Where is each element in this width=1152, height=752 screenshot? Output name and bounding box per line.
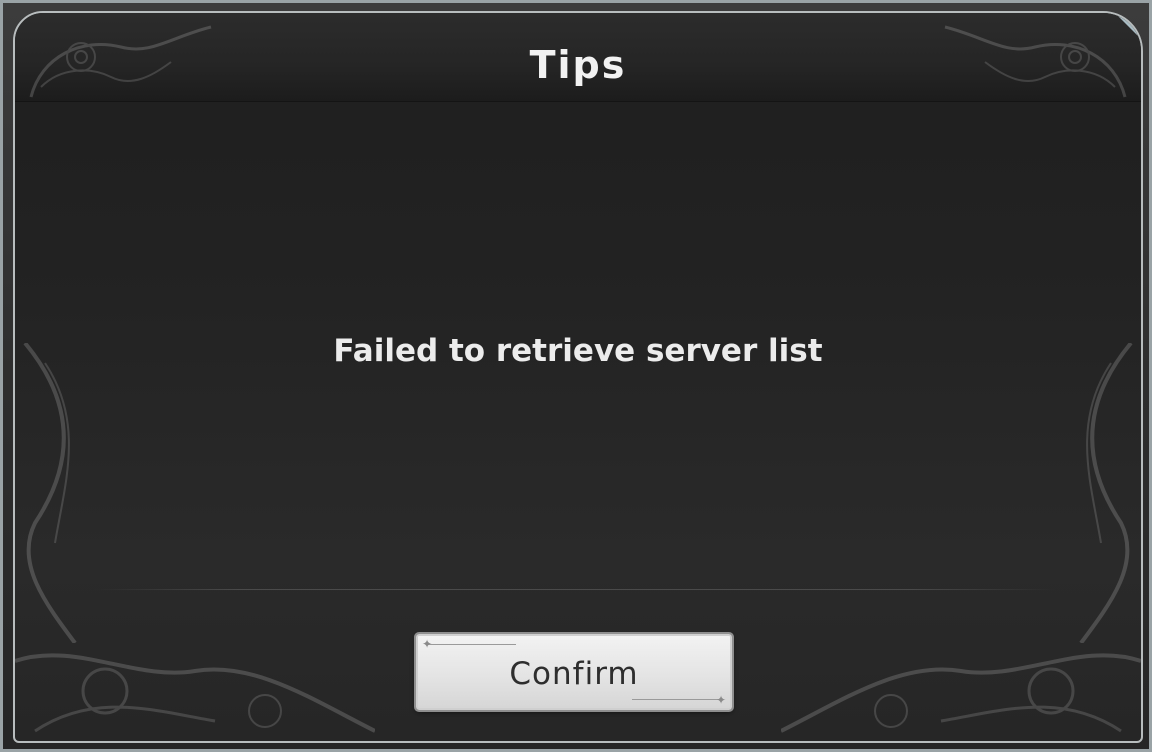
confirm-button[interactable]: ✦ ✦ Confirm <box>416 634 732 710</box>
sparkle-icon: ✦ <box>715 693 726 707</box>
backdrop-frame: Tips Failed to retrieve server list ✦ ✦ … <box>0 0 1152 752</box>
sparkle-icon: ✦ <box>422 637 433 651</box>
confirm-button-label: Confirm <box>509 656 639 692</box>
filigree-ornament-icon <box>781 653 1141 733</box>
dialog-title: Tips <box>529 43 627 87</box>
tips-dialog: Tips Failed to retrieve server list ✦ ✦ … <box>13 11 1143 743</box>
divider <box>95 589 1055 590</box>
filigree-ornament-icon <box>15 653 375 733</box>
dialog-message: Failed to retrieve server list <box>333 333 823 369</box>
button-deco-line <box>426 644 516 645</box>
button-deco-line <box>632 699 722 700</box>
corner-accent <box>1115 13 1141 39</box>
filigree-ornament-icon <box>23 343 77 643</box>
filigree-ornament-icon <box>1079 343 1133 643</box>
